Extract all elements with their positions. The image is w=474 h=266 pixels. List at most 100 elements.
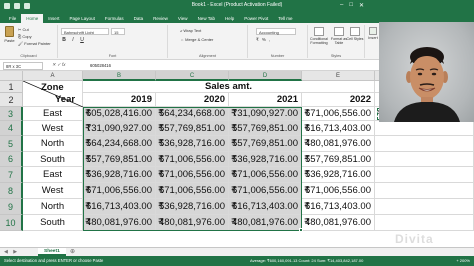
row-header-6[interactable]: 6 [0, 152, 23, 167]
conditional-formatting-button[interactable]: Conditional Formatting [308, 27, 330, 49]
bold-button[interactable]: B [61, 37, 67, 43]
value-cell[interactable]: ₹671,006,556.00 [302, 183, 375, 199]
value-cell[interactable]: ₹671,006,556.00 [302, 107, 375, 121]
tab-review[interactable]: Review [148, 14, 173, 23]
value-cell[interactable]: ₹536,928,716.00 [156, 199, 229, 215]
value-cell[interactable]: ₹671,006,556.00 [229, 167, 302, 183]
fill-handle[interactable] [299, 228, 303, 232]
formula-input[interactable]: 605028416 [90, 63, 111, 68]
value-cell[interactable]: ₹557,769,851.00 [302, 152, 375, 167]
tab-view[interactable]: View [173, 14, 193, 23]
value-cell[interactable]: ₹536,928,716.00 [229, 152, 302, 167]
row-header-2[interactable]: 2 [0, 93, 23, 107]
value-cell[interactable]: ₹671,006,556.00 [229, 183, 302, 199]
cell-bg[interactable] [375, 215, 474, 231]
column-header-e[interactable]: E [302, 71, 375, 81]
tab-tell-me[interactable]: Tell me [273, 14, 297, 23]
font-size-select[interactable]: 15 [111, 28, 125, 35]
zone-cell[interactable]: South [23, 152, 83, 167]
tab-page-layout[interactable]: Page Layout [65, 14, 100, 23]
cell-bg[interactable] [375, 183, 474, 199]
value-cell[interactable]: ₹557,769,851.00 [83, 152, 156, 167]
font-family-select[interactable]: Bahnschrift Light [61, 28, 109, 35]
formula-fx-icons[interactable]: ✕ ✓ fx [52, 62, 66, 68]
value-cell[interactable]: ₹616,713,403.00 [229, 199, 302, 215]
value-cell[interactable]: ₹536,928,716.00 [83, 167, 156, 183]
tab-insert[interactable]: Insert [43, 14, 64, 23]
cell-bg[interactable] [375, 136, 474, 152]
cut-button[interactable]: ✂ Cut [18, 27, 29, 32]
zone-cell[interactable]: North [23, 199, 83, 215]
row-header-9[interactable]: 9 [0, 199, 23, 215]
value-cell[interactable]: ₹616,713,403.00 [302, 121, 375, 136]
name-box[interactable]: 8R x 3C [3, 62, 43, 70]
underline-button[interactable]: U [79, 37, 85, 43]
zoom-level[interactable]: + 200% [456, 258, 470, 263]
tab-new-tab[interactable]: New Tab [193, 14, 220, 23]
row-header-5[interactable]: 5 [0, 136, 23, 152]
value-cell[interactable]: ₹480,081,976.00 [156, 215, 229, 231]
column-header-c[interactable]: C [156, 71, 229, 81]
value-cell[interactable]: ₹671,006,556.00 [83, 183, 156, 199]
row-header-4[interactable]: 4 [0, 121, 23, 136]
maximize-button[interactable]: □ [349, 2, 353, 9]
merge-center-button[interactable]: ⇔ Merge & Center [180, 37, 213, 42]
select-all-corner[interactable] [0, 71, 23, 81]
value-cell[interactable]: ₹671,006,556.00 [156, 167, 229, 183]
value-cell[interactable]: ₹671,006,556.00 [156, 183, 229, 199]
minimize-button[interactable]: – [340, 2, 343, 9]
value-cell[interactable]: ₹616,713,403.00 [83, 199, 156, 215]
value-cell[interactable]: ₹557,769,851.00 [229, 121, 302, 136]
cell-bg[interactable] [375, 199, 474, 215]
value-cell[interactable]: ₹731,090,927.00 [229, 107, 302, 121]
value-cell[interactable]: ₹557,769,851.00 [156, 121, 229, 136]
value-cell[interactable]: ₹731,090,927.00 [83, 121, 156, 136]
tab-file[interactable]: File [4, 14, 21, 23]
value-cell[interactable]: ₹536,928,716.00 [302, 167, 375, 183]
row-header-8[interactable]: 8 [0, 183, 23, 199]
row-header-7[interactable]: 7 [0, 167, 23, 183]
value-cell[interactable]: ₹564,234,668.00 [156, 107, 229, 121]
comma-button[interactable]: , [269, 37, 270, 43]
zone-cell[interactable]: East [23, 167, 83, 183]
insert-cells-button[interactable]: Insert [366, 27, 380, 49]
number-format-select[interactable]: Accounting [256, 28, 296, 35]
cell-bg[interactable] [375, 121, 474, 136]
add-sheet-icon[interactable]: ⊕ [70, 248, 75, 255]
zone-cell[interactable]: South [23, 215, 83, 231]
wrap-text-button[interactable]: ⤶ Wrap Text [180, 28, 201, 33]
currency-button[interactable]: ₹ [256, 37, 259, 43]
row-header-10[interactable]: 10 [0, 215, 23, 231]
copy-button[interactable]: ⎘ Copy [18, 34, 32, 39]
value-cell[interactable]: ₹616,713,403.00 [302, 199, 375, 215]
tab-formulas[interactable]: Formulas [100, 14, 129, 23]
zone-cell[interactable]: North [23, 136, 83, 152]
value-cell[interactable]: ₹605,028,416.00 [83, 107, 156, 121]
value-cell[interactable]: ₹480,081,976.00 [229, 215, 302, 231]
cell-styles-button[interactable]: Cell Styles [346, 27, 364, 49]
sheet-nav-arrows[interactable]: ◀ ▶ [4, 249, 19, 255]
value-cell[interactable]: ₹671,006,556.00 [156, 152, 229, 167]
tab-home[interactable]: Home [21, 14, 44, 23]
format-painter-button[interactable]: 🖌 Format Painter [18, 41, 51, 46]
row-header-1[interactable]: 1 [0, 81, 23, 93]
value-cell[interactable]: ₹480,081,976.00 [302, 215, 375, 231]
zone-cell[interactable]: East [23, 107, 83, 121]
zone-cell[interactable]: West [23, 183, 83, 199]
row-header-3[interactable]: 3 [0, 107, 23, 121]
value-cell[interactable]: ₹536,928,716.00 [156, 136, 229, 152]
cell-bg[interactable] [375, 152, 474, 167]
value-cell[interactable]: ₹564,234,668.00 [83, 136, 156, 152]
column-header-d[interactable]: D [229, 71, 302, 81]
percent-button[interactable]: % [262, 37, 266, 43]
value-cell[interactable]: ₹480,081,976.00 [302, 136, 375, 152]
italic-button[interactable]: I [70, 37, 76, 43]
paste-button[interactable]: Paste [3, 26, 16, 48]
zone-cell[interactable]: West [23, 121, 83, 136]
tab-data[interactable]: Data [129, 14, 149, 23]
sheet-tab-sheet1[interactable]: Sheet1 [38, 248, 66, 256]
column-header-a[interactable]: A [23, 71, 83, 81]
tab-power-pivot[interactable]: Power Pivot [239, 14, 273, 23]
cell-bg[interactable] [375, 167, 474, 183]
value-cell[interactable]: ₹480,081,976.00 [83, 215, 156, 231]
